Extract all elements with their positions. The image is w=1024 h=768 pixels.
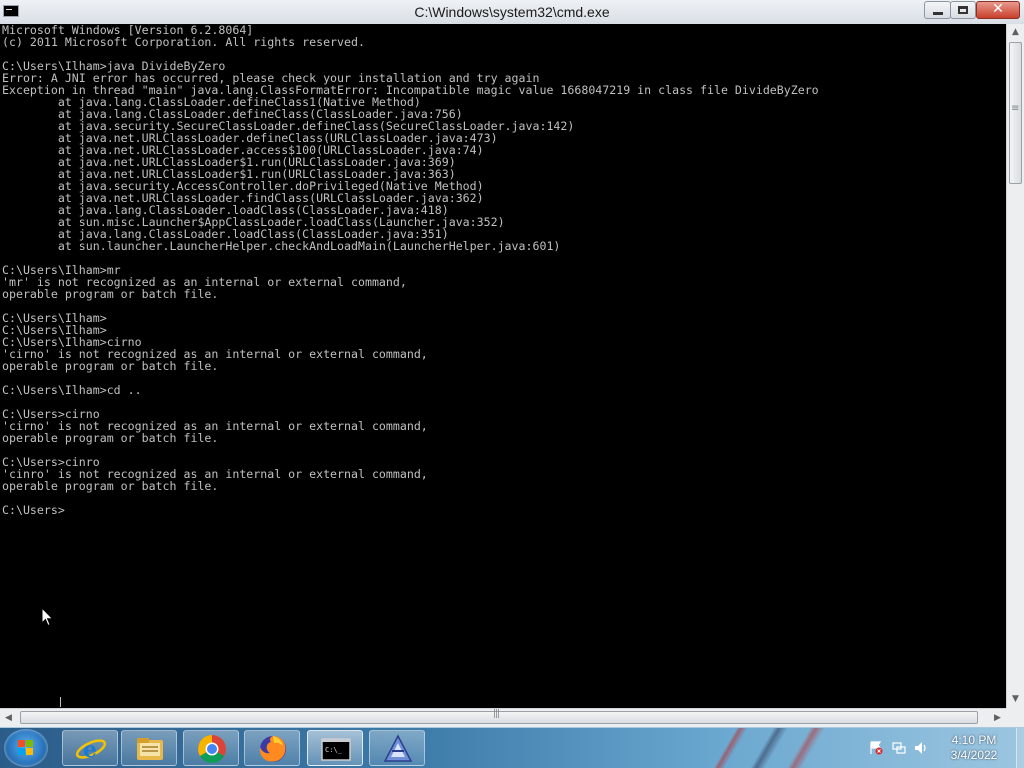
taskbar-item-firefox[interactable] <box>244 730 300 766</box>
wallpaper-peek <box>700 728 860 768</box>
console-line: (c) 2011 Microsoft Corporation. All righ… <box>2 35 365 49</box>
horizontal-scroll-thumb[interactable] <box>20 709 978 724</box>
taskbar: e C:\_ 4:10 PM 3/4/2022 <box>0 727 1024 768</box>
window-title: C:\Windows\system32\cmd.exe <box>414 4 610 20</box>
svg-text:C:\_: C:\_ <box>325 746 343 754</box>
cmd-window: C:\Windows\system32\cmd.exe ✕ Microsoft … <box>0 0 1024 727</box>
folder-icon <box>137 738 163 760</box>
clock[interactable]: 4:10 PM 3/4/2022 <box>929 733 1019 763</box>
maximize-button[interactable] <box>950 1 976 19</box>
clock-date: 3/4/2022 <box>950 748 998 762</box>
taskbar-item-windows-explorer[interactable] <box>121 730 177 766</box>
taskbar-item-command-prompt[interactable]: C:\_ <box>307 730 363 766</box>
network-icon[interactable] <box>892 741 906 755</box>
taskbar-item-chrome[interactable] <box>183 730 239 766</box>
scroll-down-arrow-icon[interactable]: ▼ <box>1007 691 1024 708</box>
console-line: operable program or batch file. <box>2 479 219 493</box>
scroll-left-arrow-icon[interactable]: ◀ <box>0 709 17 727</box>
scroll-right-arrow-icon[interactable]: ▶ <box>989 709 1006 727</box>
windows-logo-icon <box>18 740 25 747</box>
firefox-icon <box>259 736 286 762</box>
volume-icon[interactable] <box>914 741 928 755</box>
app-icon <box>383 734 413 762</box>
console-output: Microsoft Windows [Version 6.2.8064] (c)… <box>0 24 1006 516</box>
taskbar-item-internet-explorer[interactable]: e <box>62 730 118 766</box>
horizontal-scrollbar[interactable]: ◀ ▶ <box>0 708 1006 727</box>
scroll-up-arrow-icon[interactable]: ▲ <box>1007 24 1024 41</box>
svg-text:e: e <box>83 737 97 763</box>
console-line: at sun.launcher.LauncherHelper.checkAndL… <box>2 239 561 253</box>
text-cursor <box>60 697 61 707</box>
windows-logo-icon-part <box>26 740 33 747</box>
console-line: operable program or batch file. <box>2 431 219 445</box>
chrome-icon <box>198 735 226 763</box>
minimize-button[interactable] <box>924 1 951 19</box>
ie-icon: e <box>75 737 107 763</box>
action-center-icon[interactable] <box>869 741 883 755</box>
console-line: C:\Users\Ilham>cd .. <box>2 383 142 397</box>
console-line: C:\Users> <box>2 503 65 517</box>
windows-logo-icon-part <box>26 748 33 755</box>
size-grip[interactable] <box>1006 708 1024 727</box>
mouse-pointer-icon <box>41 607 54 627</box>
vertical-scrollbar[interactable]: ▲ ▼ <box>1006 24 1024 708</box>
console-line: operable program or batch file. <box>2 359 219 373</box>
show-desktop-button[interactable] <box>1016 728 1024 768</box>
windows-logo-icon-part <box>18 748 25 755</box>
close-icon: ✕ <box>992 1 1004 17</box>
close-button[interactable]: ✕ <box>976 1 1020 19</box>
clock-time: 4:10 PM <box>951 733 997 747</box>
console-line: operable program or batch file. <box>2 287 219 301</box>
title-bar[interactable]: C:\Windows\system32\cmd.exe ✕ <box>0 0 1024 25</box>
cmd-icon: C:\_ <box>321 738 351 761</box>
vertical-scroll-thumb[interactable] <box>1009 42 1022 184</box>
start-button[interactable] <box>4 729 48 767</box>
taskbar-item-app[interactable] <box>369 730 425 766</box>
console-area[interactable]: Microsoft Windows [Version 6.2.8064] (c)… <box>0 24 1006 708</box>
